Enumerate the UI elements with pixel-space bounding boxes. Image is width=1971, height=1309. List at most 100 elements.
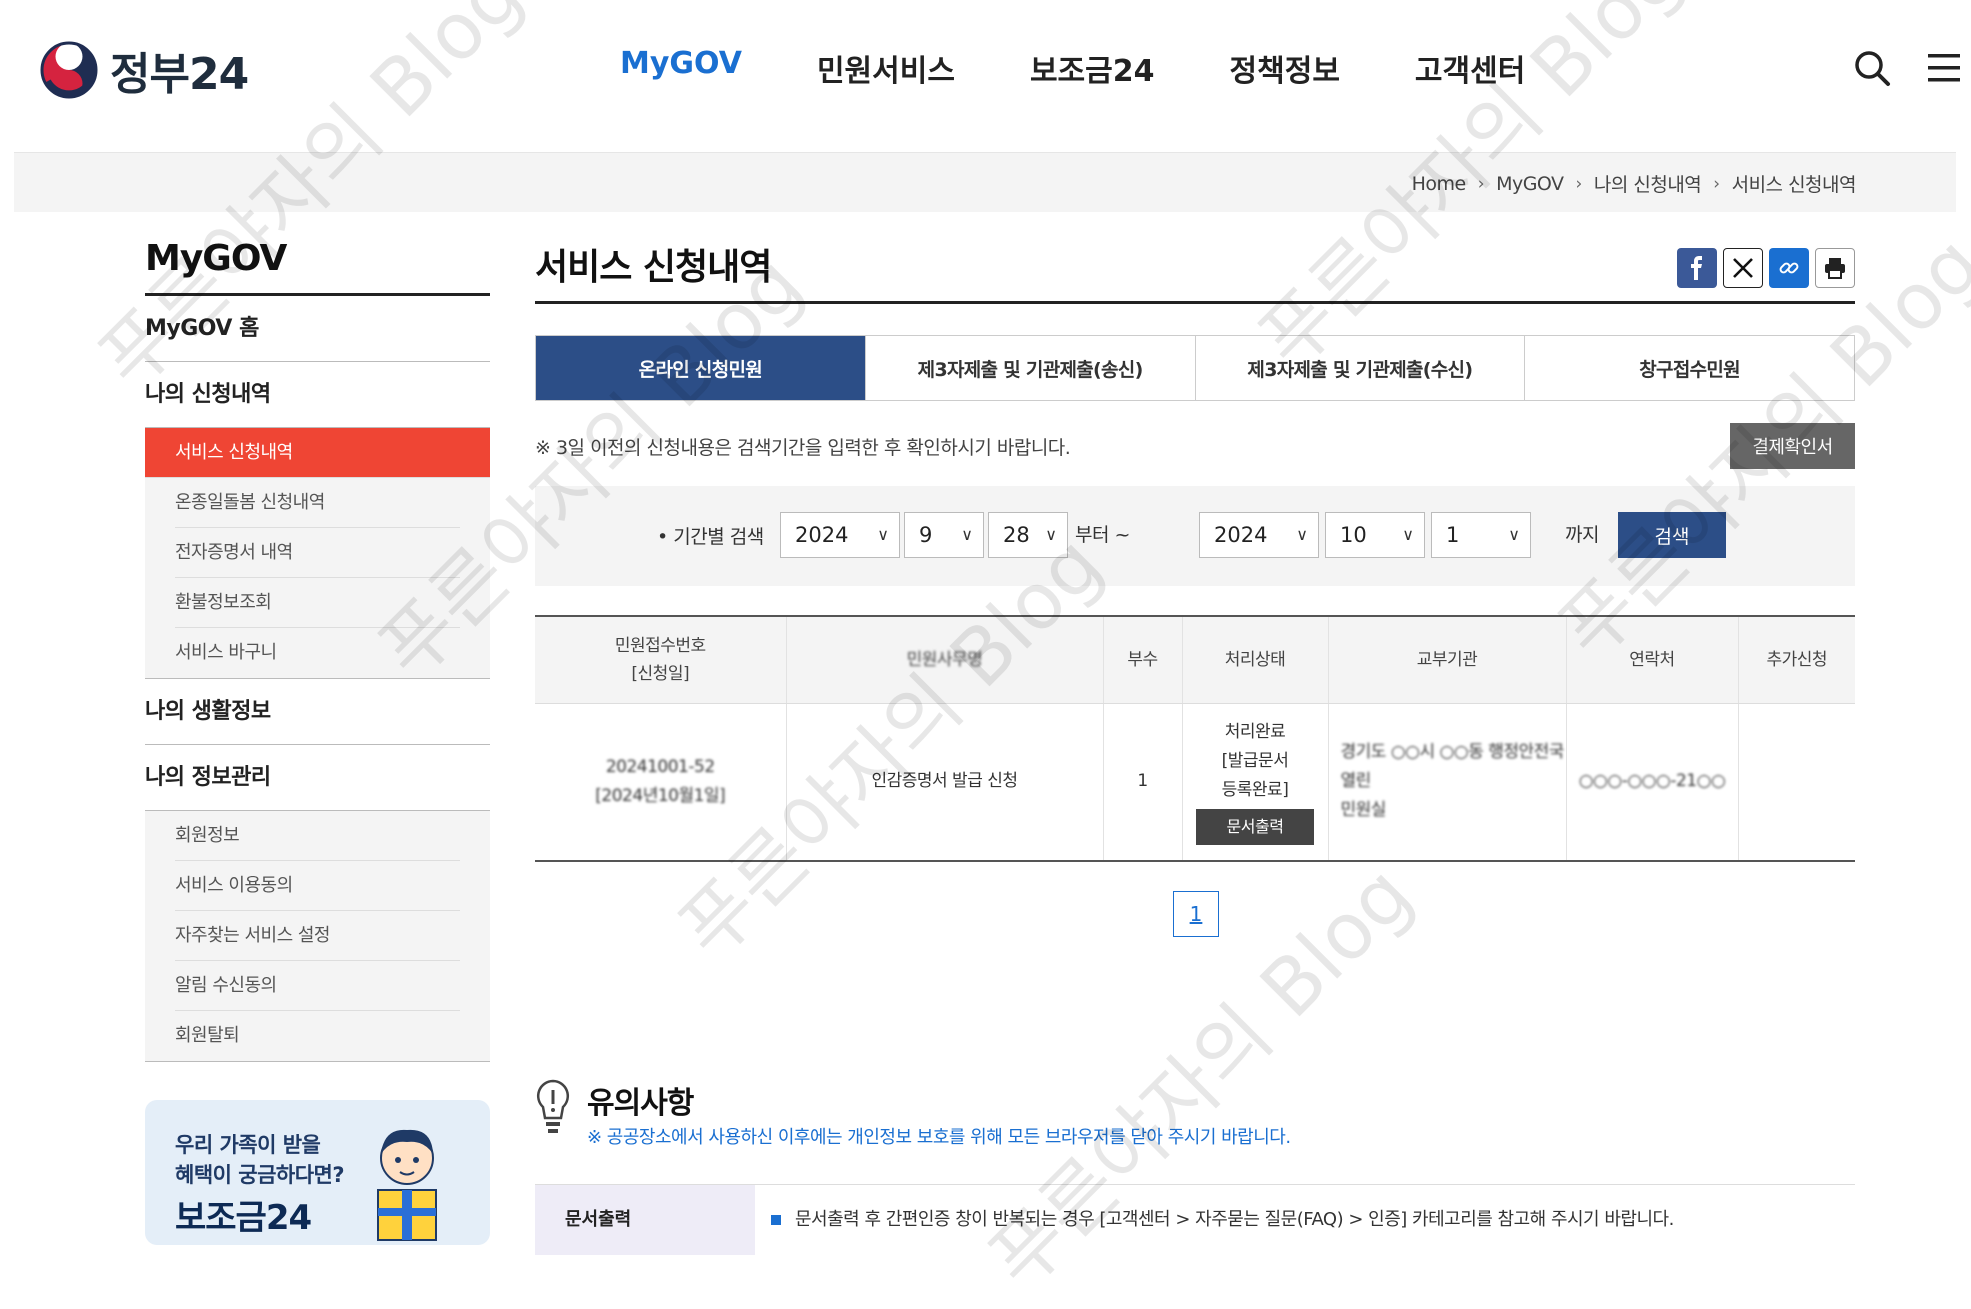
side-nav-info-management-submenu: 회원정보 서비스 이용동의 자주찾는 서비스 설정 알림 수신동의 회원탈퇴 bbox=[145, 811, 490, 1062]
side-nav-my-requests[interactable]: 나의 신청내역 bbox=[145, 362, 490, 428]
to-month-value: 10 bbox=[1340, 523, 1367, 547]
request-date-value: [2024년10월1일] bbox=[595, 785, 726, 806]
nav-customer-center[interactable]: 고객센터 bbox=[1415, 46, 1525, 90]
from-month-value: 9 bbox=[919, 523, 933, 547]
from-year-select[interactable]: 2024 ∨ bbox=[780, 512, 900, 558]
share-tools bbox=[1677, 248, 1855, 288]
search-button[interactable]: 검색 bbox=[1618, 512, 1726, 558]
subsidy24-banner[interactable]: 우리 가족이 받을 혜택이 궁금하다면? 보조금24 bbox=[145, 1100, 490, 1245]
banner-line2: 혜택이 궁금하다면? bbox=[175, 1163, 345, 1187]
side-nav-item-service-consent[interactable]: 서비스 이용동의 bbox=[175, 861, 460, 911]
title-divider bbox=[535, 301, 1855, 304]
nav-mygov[interactable]: MyGOV bbox=[620, 46, 742, 90]
site-header: 정부24 MyGOV 민원서비스 보조금24 정책정보 고객센터 bbox=[0, 0, 1971, 150]
chevron-down-icon: ∨ bbox=[1296, 525, 1308, 544]
side-nav-item-service-basket[interactable]: 서비스 바구니 bbox=[175, 628, 460, 678]
facebook-share-icon[interactable] bbox=[1677, 248, 1717, 288]
side-nav-title: MyGOV bbox=[145, 238, 490, 296]
side-nav-my-requests-submenu: 서비스 신청내역 온종일돌봄 신청내역 전자증명서 내역 환불정보조회 서비스 … bbox=[145, 428, 490, 679]
breadcrumb-home[interactable]: Home bbox=[1412, 173, 1467, 195]
search-icon[interactable] bbox=[1852, 48, 1892, 88]
from-day-select[interactable]: 28 ∨ bbox=[988, 512, 1068, 558]
side-nav: MyGOV MyGOV 홈 나의 신청내역 서비스 신청내역 온종일돌봄 신청내… bbox=[145, 238, 490, 1062]
col-extra-request: 추가신청 bbox=[1738, 617, 1855, 704]
receipt-no-value[interactable]: 20241001-52 bbox=[606, 757, 715, 777]
agency-line1: 경기도 ○○시 ○○동 행정안전국 열린 bbox=[1340, 742, 1565, 792]
lightbulb-icon bbox=[536, 1079, 570, 1133]
col-status: 처리상태 bbox=[1182, 617, 1329, 704]
from-month-select[interactable]: 9 ∨ bbox=[904, 512, 984, 558]
table-row: 20241001-52 [2024년10월1일] 인감증명서 발급 신청 1 처… bbox=[535, 703, 1855, 862]
print-document-button[interactable]: 문서출력 bbox=[1196, 809, 1314, 846]
period-search-box: • 기간별 검색 2024 ∨ 9 ∨ 28 ∨ 부터 ~ 2024 ∨ 10 ∨ 1 ∨ … bbox=[535, 486, 1855, 586]
chevron-right-icon: › bbox=[1575, 173, 1583, 194]
nav-civil-service[interactable]: 민원서비스 bbox=[817, 46, 955, 90]
contact-value: ○○○-○○○-21○○ bbox=[1578, 771, 1726, 792]
col-service-name-label: 민원사무명 bbox=[906, 649, 983, 670]
chevron-down-icon: ∨ bbox=[1045, 525, 1057, 544]
caution-row-body: 문서출력 후 간편인증 창이 반복되는 경우 [고객센터 > 자주묻는 질문(F… bbox=[771, 1185, 1674, 1255]
chevron-down-icon: ∨ bbox=[877, 525, 889, 544]
menu-icon[interactable] bbox=[1924, 48, 1964, 88]
caution-row-head: 문서출력 bbox=[535, 1185, 755, 1255]
col-service-name: 민원사무명 bbox=[786, 617, 1104, 704]
global-nav: MyGOV 민원서비스 보조금24 정책정보 고객센터 bbox=[620, 46, 1600, 90]
page-title: 서비스 신청내역 bbox=[535, 247, 772, 288]
col-receipt-no: 민원접수번호 [신청일] bbox=[535, 617, 787, 704]
side-nav-home[interactable]: MyGOV 홈 bbox=[145, 296, 490, 362]
service-name-cell[interactable]: 인감증명서 발급 신청 bbox=[786, 703, 1104, 862]
caution-print-row: 문서출력 문서출력 후 간편인증 창이 반복되는 경우 [고객센터 > 자주묻는… bbox=[535, 1184, 1855, 1255]
side-nav-item-alert-consent[interactable]: 알림 수신동의 bbox=[175, 961, 460, 1011]
from-suffix: 부터 ~ bbox=[1075, 524, 1130, 546]
to-day-value: 1 bbox=[1446, 523, 1460, 547]
pagination-page-1[interactable]: 1 bbox=[1173, 891, 1219, 937]
copies-cell: 1 bbox=[1103, 703, 1183, 862]
x-share-icon[interactable] bbox=[1723, 248, 1763, 288]
tab-third-party-sent[interactable]: 제3자제출 및 기관제출(송신) bbox=[865, 336, 1196, 400]
to-suffix: 까지 bbox=[1565, 524, 1599, 546]
agency-cell: 경기도 ○○시 ○○동 행정안전국 열린 민원실 bbox=[1328, 703, 1567, 862]
side-nav-item-member-info[interactable]: 회원정보 bbox=[175, 811, 460, 861]
receipt-no-cell: 20241001-52 [2024년10월1일] bbox=[535, 703, 787, 862]
copy-link-icon[interactable] bbox=[1769, 248, 1809, 288]
extra-request-cell bbox=[1738, 703, 1855, 862]
to-day-select[interactable]: 1 ∨ bbox=[1431, 512, 1531, 558]
col-agency: 교부기관 bbox=[1328, 617, 1567, 704]
side-nav-item-refund-info[interactable]: 환불정보조회 bbox=[175, 578, 460, 628]
search-period-notice: ※ 3일 이전의 신청내용은 검색기간을 입력한 후 확인하시기 바랍니다. bbox=[535, 437, 1071, 459]
nav-subsidy24[interactable]: 보조금24 bbox=[1030, 46, 1155, 90]
side-nav-item-service-requests[interactable]: 서비스 신청내역 bbox=[145, 428, 490, 478]
nav-policy-info[interactable]: 정책정보 bbox=[1230, 46, 1340, 90]
payment-confirmation-button[interactable]: 결제확인서 bbox=[1730, 423, 1855, 469]
to-month-select[interactable]: 10 ∨ bbox=[1325, 512, 1425, 558]
print-icon[interactable] bbox=[1815, 248, 1855, 288]
col-copies: 부수 bbox=[1103, 617, 1183, 704]
site-logo[interactable]: 정부24 bbox=[40, 38, 249, 102]
breadcrumb-my-requests[interactable]: 나의 신청내역 bbox=[1594, 170, 1702, 197]
side-nav-item-care-requests[interactable]: 온종일돌봄 신청내역 bbox=[175, 478, 460, 528]
chevron-down-icon: ∨ bbox=[961, 525, 973, 544]
col-receipt-no-label: 민원접수번호 bbox=[614, 635, 706, 656]
breadcrumb-bar: Home › MyGOV › 나의 신청내역 › 서비스 신청내역 bbox=[14, 152, 1956, 212]
side-nav-life-info[interactable]: 나의 생활정보 bbox=[145, 679, 490, 745]
breadcrumb-mygov[interactable]: MyGOV bbox=[1496, 173, 1564, 195]
agency-line2: 민원실 bbox=[1340, 800, 1387, 821]
tab-third-party-received[interactable]: 제3자제출 및 기관제출(수신) bbox=[1195, 336, 1526, 400]
side-nav-item-favorite-services[interactable]: 자주찾는 서비스 설정 bbox=[175, 911, 460, 961]
from-year-value: 2024 bbox=[795, 523, 849, 547]
side-nav-item-withdraw[interactable]: 회원탈퇴 bbox=[175, 1011, 460, 1061]
breadcrumb-current[interactable]: 서비스 신청내역 bbox=[1732, 170, 1857, 197]
chevron-down-icon: ∨ bbox=[1508, 525, 1520, 544]
person-with-gift-icon bbox=[377, 1129, 437, 1241]
request-list-table: 민원접수번호 [신청일] 민원사무명 부수 처리상태 교부기관 연락처 추가신청 … bbox=[535, 617, 1855, 862]
col-request-date-label: [신청일] bbox=[631, 663, 690, 684]
square-bullet-icon bbox=[771, 1215, 781, 1225]
tab-counter-requests[interactable]: 창구접수민원 bbox=[1525, 336, 1854, 400]
to-year-select[interactable]: 2024 ∨ bbox=[1199, 512, 1319, 558]
col-contact: 연락처 bbox=[1566, 617, 1739, 704]
period-search-label: • 기간별 검색 bbox=[657, 526, 764, 548]
side-nav-info-management[interactable]: 나의 정보관리 bbox=[145, 745, 490, 811]
tab-online-requests[interactable]: 온라인 신청민원 bbox=[536, 336, 866, 400]
status-line2: [발급문서 bbox=[1221, 751, 1289, 772]
side-nav-item-e-certificates[interactable]: 전자증명서 내역 bbox=[175, 528, 460, 578]
